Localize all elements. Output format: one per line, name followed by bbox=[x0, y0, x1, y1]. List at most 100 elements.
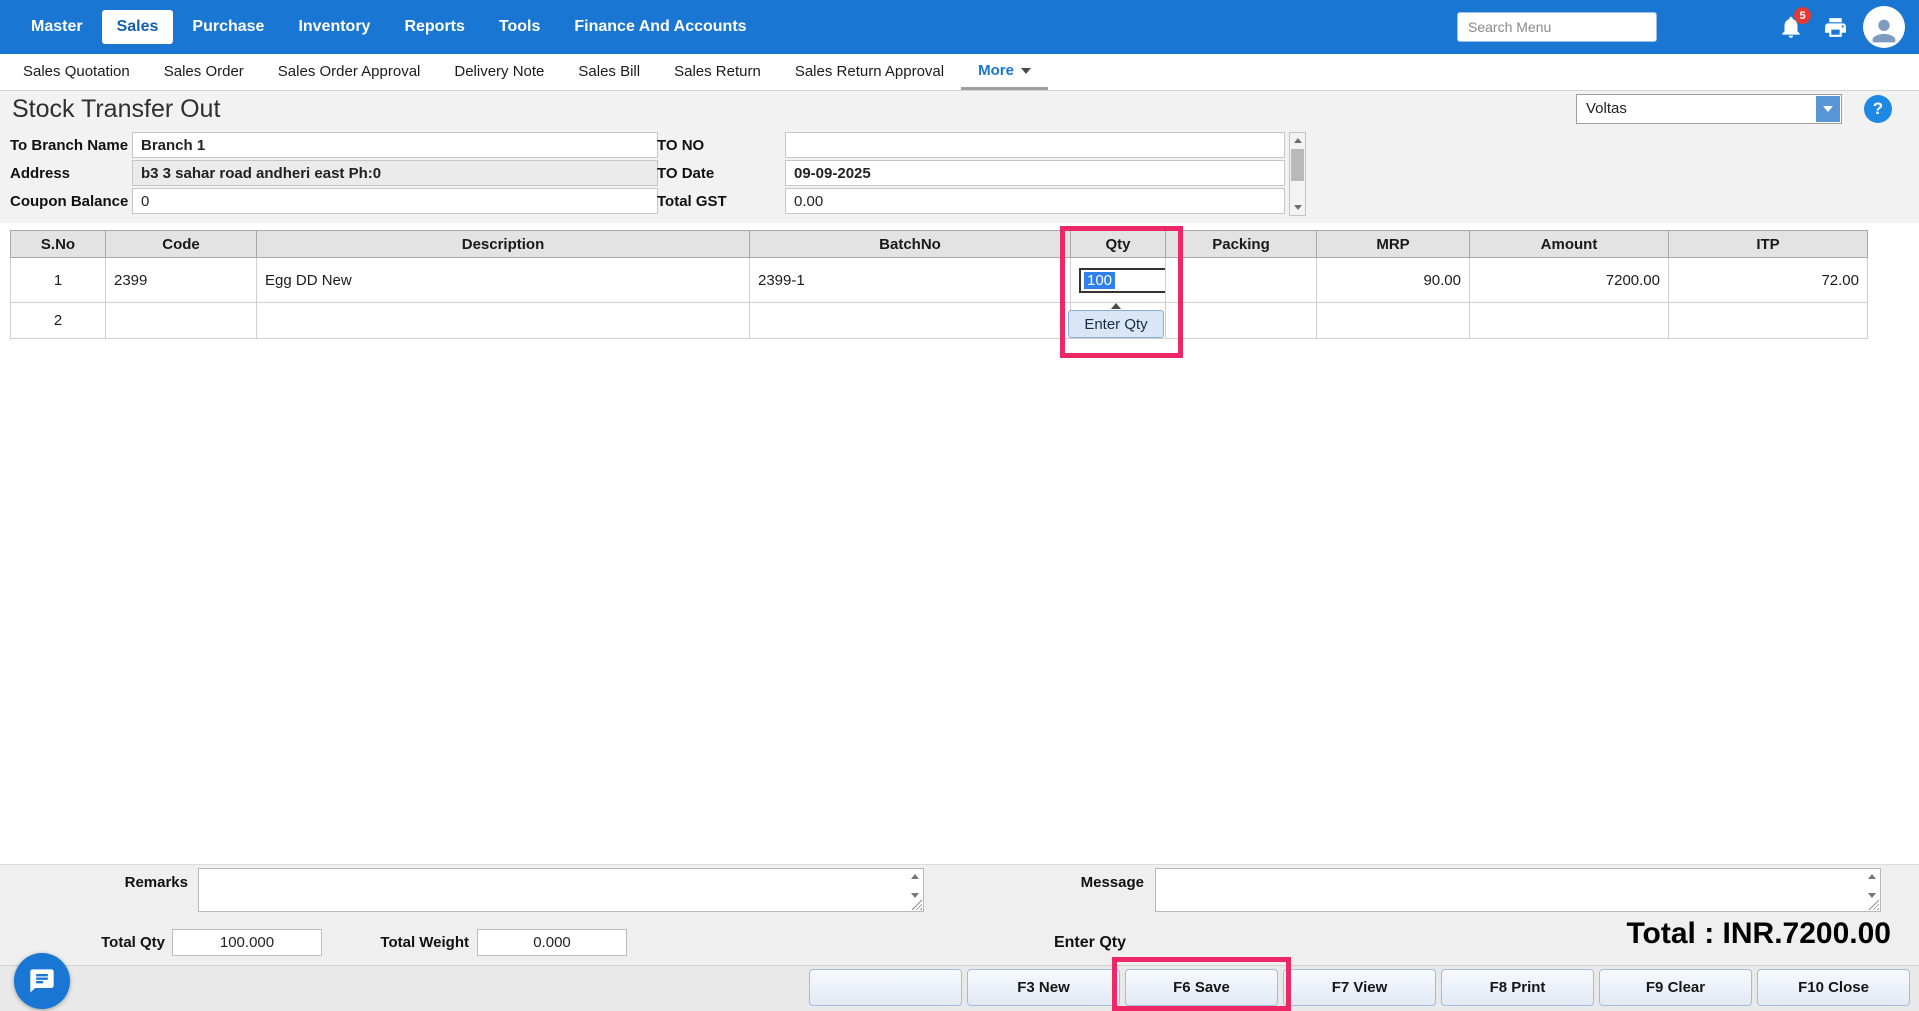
nav-tools[interactable]: Tools bbox=[484, 10, 555, 44]
col-header-mrp: MRP bbox=[1317, 231, 1470, 258]
message-label: Message bbox=[1014, 874, 1144, 891]
subnav-more-label: More bbox=[978, 62, 1014, 79]
cell-packing[interactable] bbox=[1166, 258, 1317, 303]
cell-code[interactable]: 2399 bbox=[106, 258, 257, 303]
company-select-value: Voltas bbox=[1577, 95, 1841, 123]
grand-total: Total : INR.7200.00 bbox=[1626, 917, 1891, 951]
search-input[interactable] bbox=[1457, 12, 1657, 42]
main-nav: Master Sales Purchase Inventory Reports … bbox=[0, 10, 762, 44]
f10-close-button[interactable]: F10 Close bbox=[1757, 969, 1910, 1006]
cell-description[interactable] bbox=[257, 303, 750, 339]
to-branch-name-input[interactable] bbox=[132, 132, 658, 158]
to-branch-name-label: To Branch Name bbox=[10, 137, 128, 154]
cell-description[interactable]: Egg DD New bbox=[257, 258, 750, 303]
cell-itp bbox=[1669, 303, 1868, 339]
scroll-thumb[interactable] bbox=[1291, 149, 1304, 181]
company-select-arrow[interactable] bbox=[1816, 96, 1840, 122]
app-root: Master Sales Purchase Inventory Reports … bbox=[0, 0, 1919, 1011]
chevron-down-icon bbox=[1021, 68, 1031, 74]
total-weight-input[interactable] bbox=[477, 929, 627, 956]
scroll-up-icon[interactable] bbox=[1290, 133, 1305, 148]
subnav-more[interactable]: More bbox=[961, 54, 1048, 90]
col-header-batchno: BatchNo bbox=[750, 231, 1071, 258]
subnav-delivery-note[interactable]: Delivery Note bbox=[437, 54, 561, 90]
company-select[interactable]: Voltas bbox=[1576, 94, 1842, 124]
remarks-field bbox=[198, 868, 924, 912]
col-header-code: Code bbox=[106, 231, 257, 258]
spinner-down-icon[interactable] bbox=[911, 893, 919, 898]
print-button[interactable] bbox=[1819, 11, 1851, 43]
spinner-down-icon[interactable] bbox=[1868, 893, 1876, 898]
subnav-sales-return-approval[interactable]: Sales Return Approval bbox=[778, 54, 961, 90]
cell-packing[interactable] bbox=[1166, 303, 1317, 339]
cell-batchno[interactable] bbox=[750, 303, 1071, 339]
col-header-packing: Packing bbox=[1166, 231, 1317, 258]
status-message: Enter Qty bbox=[990, 934, 1190, 952]
col-header-amount: Amount bbox=[1470, 231, 1669, 258]
total-qty-input[interactable] bbox=[172, 929, 322, 956]
spinner-up-icon[interactable] bbox=[1868, 874, 1876, 879]
to-no-input[interactable] bbox=[785, 132, 1285, 158]
form-scrollbar[interactable] bbox=[1289, 132, 1306, 216]
subnav-sales-quotation[interactable]: Sales Quotation bbox=[6, 54, 147, 90]
qty-tooltip: Enter Qty bbox=[1068, 310, 1164, 338]
items-table: S.No Code Description BatchNo Qty Packin… bbox=[10, 230, 1868, 339]
spinner-up-icon[interactable] bbox=[911, 874, 919, 879]
cell-mrp bbox=[1317, 303, 1470, 339]
subnav-sales-return[interactable]: Sales Return bbox=[657, 54, 778, 90]
total-gst-input[interactable] bbox=[785, 188, 1285, 214]
cell-code[interactable] bbox=[106, 303, 257, 339]
qty-input[interactable]: 100 bbox=[1079, 268, 1166, 293]
cell-sno: 1 bbox=[11, 258, 106, 303]
footer-button-blank[interactable] bbox=[809, 969, 962, 1006]
nav-finance-accounts[interactable]: Finance And Accounts bbox=[559, 10, 761, 44]
coupon-balance-input[interactable] bbox=[132, 188, 658, 214]
qty-value: 100 bbox=[1084, 272, 1115, 289]
page-title: Stock Transfer Out bbox=[12, 91, 220, 127]
cell-qty: 100 bbox=[1071, 258, 1166, 303]
subnav-sales-order[interactable]: Sales Order bbox=[147, 54, 261, 90]
user-icon bbox=[1867, 14, 1901, 48]
chat-icon bbox=[28, 967, 56, 995]
message-textarea[interactable] bbox=[1156, 869, 1880, 911]
to-date-input[interactable] bbox=[785, 160, 1285, 186]
nav-reports[interactable]: Reports bbox=[389, 10, 479, 44]
tooltip-caret-icon bbox=[1111, 303, 1121, 309]
total-qty-label: Total Qty bbox=[40, 934, 165, 951]
nav-sales[interactable]: Sales bbox=[102, 10, 174, 44]
cell-batchno[interactable]: 2399-1 bbox=[750, 258, 1071, 303]
subnav-sales-order-approval[interactable]: Sales Order Approval bbox=[261, 54, 438, 90]
printer-icon bbox=[1823, 15, 1848, 40]
col-header-qty: Qty bbox=[1071, 231, 1166, 258]
subnav-sales-bill[interactable]: Sales Bill bbox=[561, 54, 657, 90]
address-input[interactable] bbox=[132, 160, 658, 186]
message-field bbox=[1155, 868, 1881, 912]
header-form: To Branch Name Address Coupon Balance TO… bbox=[0, 127, 1919, 223]
nav-master[interactable]: Master bbox=[16, 10, 98, 44]
f3-new-button[interactable]: F3 New bbox=[967, 969, 1120, 1006]
chat-widget-button[interactable] bbox=[14, 953, 70, 1009]
f7-view-button[interactable]: F7 View bbox=[1283, 969, 1436, 1006]
nav-purchase[interactable]: Purchase bbox=[177, 10, 279, 44]
notifications-button[interactable]: 5 bbox=[1775, 11, 1807, 43]
to-date-label: TO Date bbox=[657, 165, 714, 182]
top-menubar: Master Sales Purchase Inventory Reports … bbox=[0, 0, 1919, 54]
total-gst-label: Total GST bbox=[657, 193, 727, 210]
cell-itp: 72.00 bbox=[1669, 258, 1868, 303]
f9-clear-button[interactable]: F9 Clear bbox=[1599, 969, 1752, 1006]
col-header-itp: ITP bbox=[1669, 231, 1868, 258]
table-header-row: S.No Code Description BatchNo Qty Packin… bbox=[11, 231, 1868, 258]
avatar[interactable] bbox=[1863, 6, 1905, 48]
to-no-label: TO NO bbox=[657, 137, 704, 154]
nav-inventory[interactable]: Inventory bbox=[283, 10, 385, 44]
scroll-down-icon[interactable] bbox=[1290, 200, 1305, 215]
help-button[interactable]: ? bbox=[1864, 95, 1892, 123]
f6-save-button[interactable]: F6 Save bbox=[1125, 969, 1278, 1006]
f8-print-button[interactable]: F8 Print bbox=[1441, 969, 1594, 1006]
sales-subnav: Sales Quotation Sales Order Sales Order … bbox=[0, 54, 1919, 91]
help-icon: ? bbox=[1873, 99, 1883, 119]
footer-button-strip: F3 New F6 Save F7 View F8 Print F9 Clear… bbox=[0, 965, 1919, 1011]
remarks-textarea[interactable] bbox=[199, 869, 923, 911]
table-row: 1 2399 Egg DD New 2399-1 100 90.00 7200.… bbox=[11, 258, 1868, 303]
topbar-right: 5 bbox=[1457, 6, 1919, 48]
